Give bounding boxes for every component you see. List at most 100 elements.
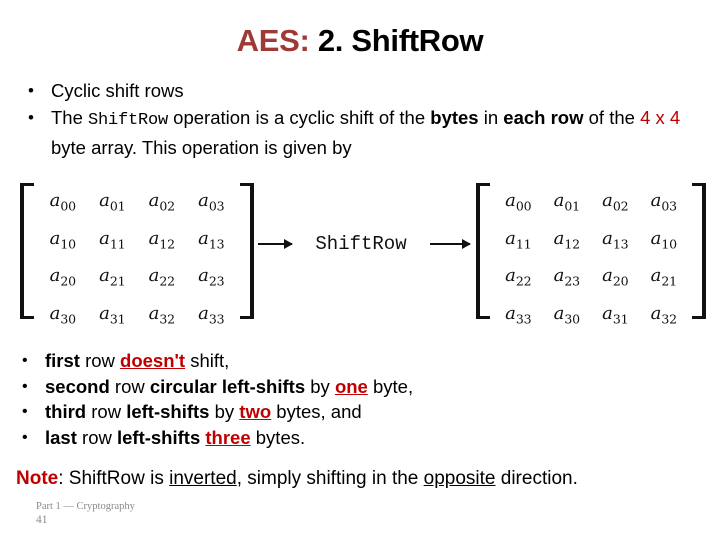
operation-arrow-group: ShiftRow <box>258 233 471 255</box>
bullet-icon: • <box>22 403 28 420</box>
intro-bullet-item: • The ShiftRow operation is a cyclic shif… <box>18 104 708 161</box>
page-title-accent: AES: <box>236 23 310 58</box>
bracket-close-icon <box>240 183 254 319</box>
rule-2-run-1: row <box>86 401 127 422</box>
rule-1-run-2: circular left-shifts <box>149 375 306 397</box>
intro-bullet-text: Cyclic shift rows <box>51 80 184 101</box>
note-run-1: : ShiftRow is <box>58 468 170 489</box>
output-matrix-cell: a31 <box>602 302 629 327</box>
input-matrix-cell: a22 <box>148 265 175 289</box>
intro-1-run-0: The <box>51 107 89 128</box>
rule-3-run-0: last <box>45 426 77 448</box>
rule-3-run-1: row <box>76 426 117 448</box>
input-matrix-cell: a33 <box>198 302 225 327</box>
output-matrix-cell: a11 <box>505 227 532 252</box>
bracket-open-icon <box>20 183 34 319</box>
bullet-icon: • <box>28 81 34 100</box>
shift-rule-item: • second row circular left-shifts by one … <box>14 374 714 400</box>
rule-0-run-0: first <box>45 350 80 371</box>
input-matrix-cell: a10 <box>49 227 76 252</box>
output-matrix-cell: a21 <box>650 265 677 289</box>
input-matrix-cell: a23 <box>198 265 225 289</box>
rule-0-run-3: shift, <box>185 350 230 371</box>
bracket-open-icon <box>476 183 490 319</box>
rule-2-run-3: by <box>209 401 240 422</box>
input-matrix-cell: a13 <box>198 227 225 252</box>
rule-1-run-5: byte, <box>367 375 414 397</box>
output-matrix-cell: a33 <box>505 302 532 327</box>
rule-2-run-4: two <box>239 401 272 422</box>
bullet-icon: • <box>28 108 34 127</box>
shift-rule-item: • third row left-shifts by two bytes, and <box>14 399 714 425</box>
shift-rule-text: last row left-shifts three bytes. <box>45 427 305 448</box>
intro-1-run-8: byte array. This operation is given by <box>51 137 352 158</box>
output-matrix-cell: a02 <box>602 190 629 214</box>
intro-bullet-item: • Cyclic shift rows <box>18 77 708 104</box>
note-run-2: inverted <box>169 468 237 489</box>
note-run-0: Note <box>16 468 59 489</box>
intro-1-run-1: ShiftRow <box>88 111 169 130</box>
bullet-icon: • <box>22 377 28 395</box>
intro-1-run-4: in <box>478 107 504 128</box>
input-matrix-cell: a31 <box>99 302 126 327</box>
input-matrix-cell: a00 <box>49 190 76 214</box>
input-matrix-cell: a30 <box>49 302 76 327</box>
output-matrix-cell: a01 <box>553 190 580 214</box>
output-matrix-cell: a12 <box>553 227 580 252</box>
input-matrix-cell: a03 <box>198 190 225 214</box>
page-title-main: 2. ShiftRow <box>309 23 484 58</box>
rule-3-run-4: three <box>205 426 251 448</box>
intro-1-run-5: each row <box>503 107 584 128</box>
rule-2-run-2: left-shifts <box>126 401 210 422</box>
footer-part-label: Part 1 — Cryptography <box>36 501 135 512</box>
output-matrix-cell: a30 <box>553 302 580 327</box>
shift-rule-text: first row doesn't shift, <box>45 350 229 371</box>
intro-bullet-list: • Cyclic shift rows • The ShiftRow operatio… <box>18 77 708 161</box>
note-run-3: , simply shifting in the <box>236 468 424 489</box>
output-matrix-grid: a00 a01 a02 a03 a11 a12 a13 a10 a22 a23 a20 a21 a33 a… <box>490 183 692 326</box>
shift-rule-text: second row circular left-shifts by one b… <box>45 376 413 397</box>
rule-1-run-1: row <box>109 375 150 397</box>
intro-bullet-text: The ShiftRow operation is a cyclic shift… <box>51 107 680 158</box>
arrow-right-icon-left <box>258 239 293 249</box>
footer: Part 1 — Cryptography 41 <box>36 500 135 527</box>
rule-0-run-2: doesn't <box>120 350 186 371</box>
footer-page-number: 41 <box>36 514 48 526</box>
intro-1-run-2: operation is a cyclic shift of the <box>168 107 431 128</box>
note-run-5: direction. <box>495 468 578 489</box>
bullet-icon: • <box>22 428 28 446</box>
intro-1-run-3: bytes <box>430 107 479 128</box>
shift-rule-item: • last row left-shifts three bytes. <box>14 425 714 451</box>
bullet-icon: • <box>22 352 28 369</box>
rule-2-run-0: third <box>45 401 87 422</box>
output-matrix-cell: a23 <box>553 265 580 289</box>
arrow-right-icon-right <box>430 239 471 249</box>
output-matrix-cell: a22 <box>505 265 532 289</box>
input-matrix-cell: a20 <box>49 265 76 289</box>
rule-1-run-4: one <box>334 375 368 397</box>
intro-1-run-6: of the <box>583 107 641 128</box>
input-matrix-cell: a12 <box>148 227 175 252</box>
intro-1-run-7: 4 x 4 <box>640 107 681 128</box>
bracket-close-icon <box>692 183 706 319</box>
output-matrix-cell: a10 <box>650 227 677 252</box>
input-matrix-cell: a21 <box>99 265 126 289</box>
input-matrix-cell: a01 <box>99 190 126 214</box>
rule-3-run-5: bytes. <box>250 426 306 448</box>
intro-0-run-0: Cyclic shift rows <box>51 80 184 101</box>
output-matrix-cell: a00 <box>505 190 532 214</box>
input-matrix: a00 a01 a02 a03 a10 a11 a12 a13 a20 a21 a22 a23 a30 a… <box>20 183 254 326</box>
output-matrix-cell: a13 <box>602 227 629 252</box>
page-title: AES: 2. ShiftRow <box>0 22 720 60</box>
output-matrix: a00 a01 a02 a03 a11 a12 a13 a10 a22 a23 a20 a21 a33 a… <box>476 183 706 326</box>
input-matrix-grid: a00 a01 a02 a03 a10 a11 a12 a13 a20 a21 a22 a23 a30 a… <box>34 183 240 326</box>
output-matrix-cell: a03 <box>650 190 677 214</box>
rule-1-run-3: by <box>305 375 335 397</box>
input-matrix-cell: a02 <box>148 190 175 214</box>
note-line: Note: ShiftRow is inverted, simply shift… <box>16 466 716 492</box>
rule-3-run-2: left-shifts <box>116 426 201 448</box>
operation-label: ShiftRow <box>315 233 407 255</box>
shift-rule-item: • first row doesn't shift, <box>14 348 714 374</box>
input-matrix-cell: a32 <box>148 302 175 327</box>
output-matrix-cell: a20 <box>602 265 629 289</box>
